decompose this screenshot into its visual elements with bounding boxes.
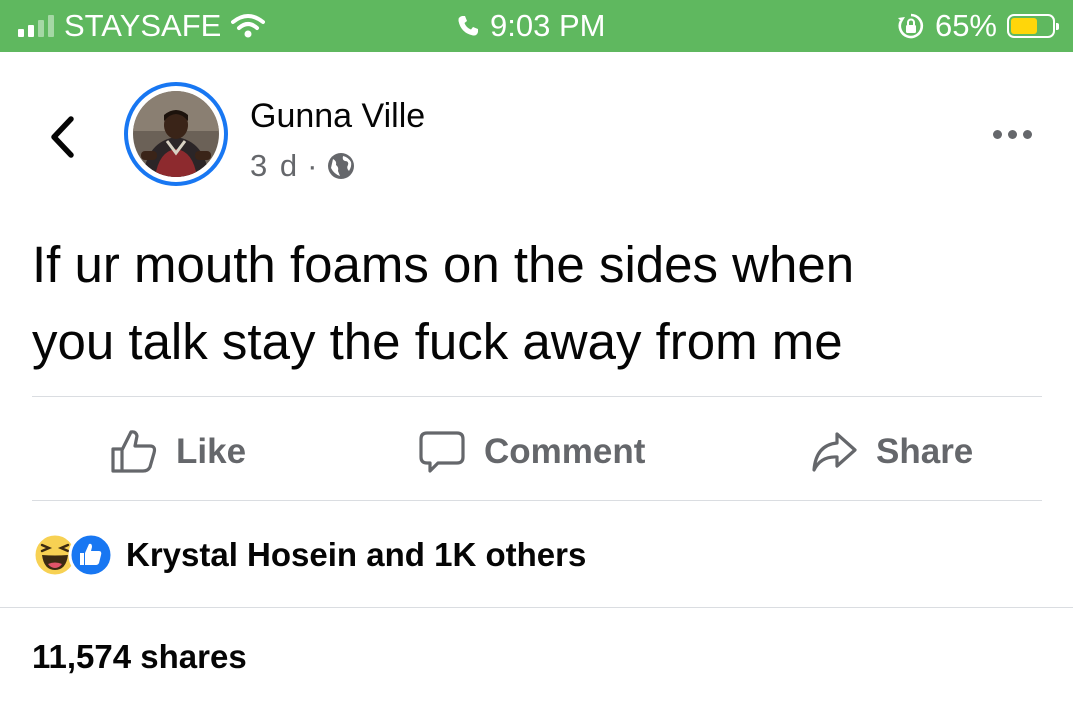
battery-percent: 65% [934,8,997,43]
status-right: 65% [897,0,1059,52]
more-options-button[interactable] [988,122,1036,146]
like-button[interactable]: Like [110,425,246,479]
post-time[interactable]: 3 d [250,148,299,184]
status-center: 9:03 PM [456,0,605,52]
post-text: If ur mouth foams on the sides when you … [32,236,855,370]
carrier-name: STAYSAFE [64,8,222,43]
share-arrow-icon [812,432,857,472]
like-reaction-icon [68,532,114,578]
status-bar: STAYSAFE 9:03 PM 65% [0,0,1073,52]
clock: 9:03 PM [490,8,606,43]
author-name[interactable]: Gunna Ville [250,97,425,136]
reaction-icons [32,532,114,578]
avatar[interactable] [124,82,228,186]
status-left: STAYSAFE [18,0,266,52]
more-dot-icon [992,129,1002,139]
comment-label: Comment [484,432,646,471]
reactions-text: Krystal Hosein and 1K others [126,536,587,573]
divider-middle [32,500,1042,501]
battery-icon [1007,14,1059,38]
chevron-left-icon [51,116,74,158]
more-dot-icon [1022,129,1032,139]
profile-photo [133,91,219,177]
like-label: Like [176,432,247,471]
thumbs-up-icon [111,430,157,473]
more-dot-icon [1007,129,1017,139]
comment-button[interactable]: Comment [418,425,645,479]
phone-call-icon [458,16,478,36]
shares-count[interactable]: 11,574 shares [32,638,247,676]
share-button[interactable]: Share [810,425,973,479]
orientation-lock-icon [897,13,924,39]
post-meta: 3 d · [250,148,355,184]
wifi-icon [231,14,266,38]
battery-fill [1011,18,1037,34]
signal-icon [18,15,54,37]
share-label: Share [876,432,974,471]
comment-icon [419,431,465,473]
globe-icon [328,153,355,179]
divider-top [32,396,1042,397]
back-button[interactable] [40,110,84,164]
reactions-summary[interactable]: Krystal Hosein and 1K others [32,528,586,582]
meta-separator: · [307,148,320,183]
divider-bottom [0,607,1073,608]
